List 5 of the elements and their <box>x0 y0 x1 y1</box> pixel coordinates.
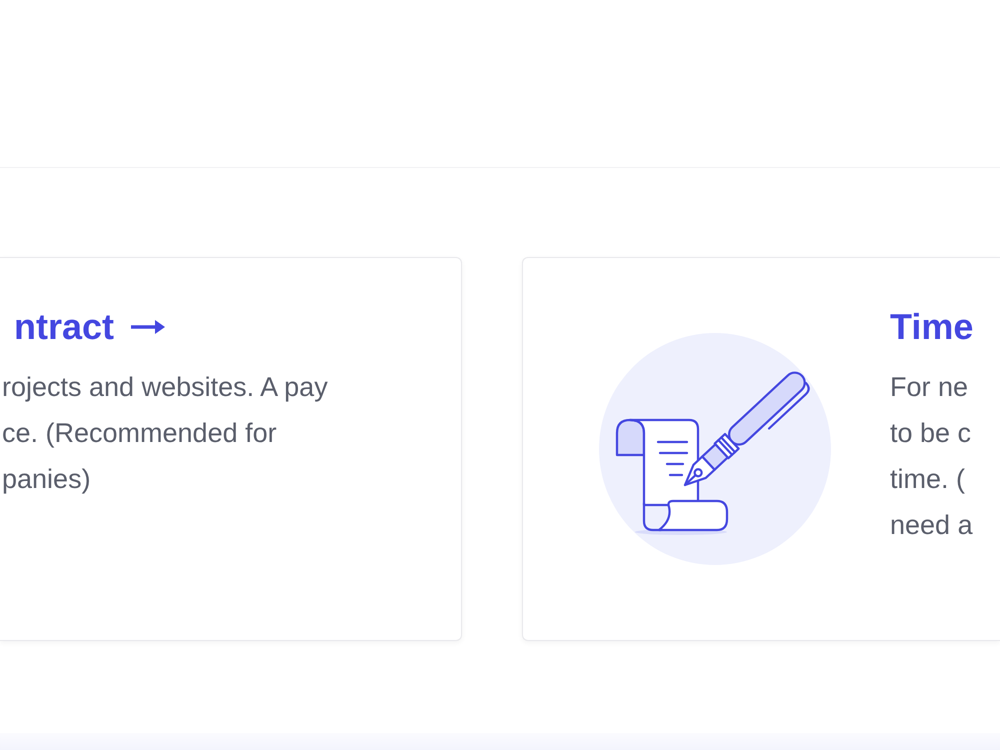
card-description: rojects and websites. A pay ce. (Recommended for panies) <box>1 371 329 496</box>
card-title: ntract <box>14 305 114 349</box>
card-description: For ne to be c time. ( need a <box>890 371 974 542</box>
card-title: Time <box>890 305 974 349</box>
scroll-pen-icon <box>599 333 831 565</box>
